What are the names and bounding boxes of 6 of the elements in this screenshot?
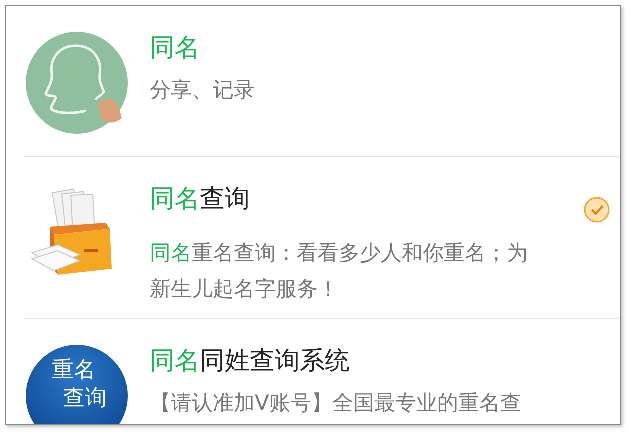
result-description: 【请认准加V账号】全国最专业的重名查 [150,390,522,417]
query-logo: 重名 查询 [26,345,128,424]
result-title[interactable]: 同名 同姓查询系统 [150,345,350,377]
result-description: 同名重名查询：看看多少人和你重名；为新生儿起名字服务！ [150,240,529,303]
result-title[interactable]: 同名查询 [150,183,250,215]
result-description: 分享、记录 [150,77,256,104]
